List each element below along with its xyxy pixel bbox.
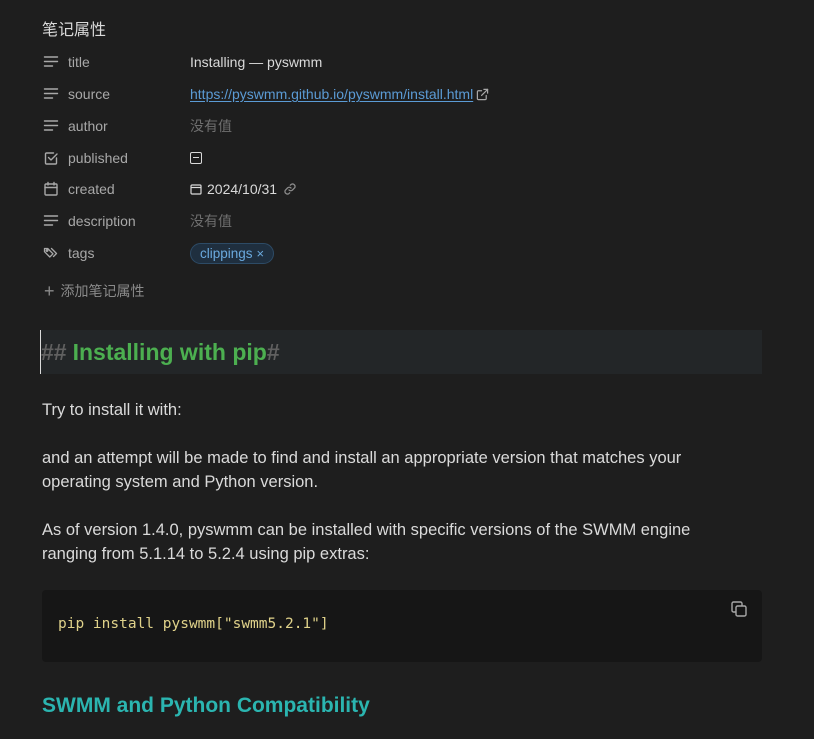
calendar-icon: [42, 180, 60, 198]
code-text: pip install pyswmm["swmm5.2.1"]: [58, 616, 329, 632]
link-icon[interactable]: [283, 182, 297, 196]
property-created[interactable]: created 2024/10/31: [42, 176, 762, 202]
heading-swmm-python-compatibility[interactable]: SWMM and Python Compatibility: [42, 694, 370, 718]
property-value-author[interactable]: 没有值: [190, 116, 232, 136]
property-key[interactable]: tags: [42, 244, 190, 262]
checkbox-icon: [42, 149, 60, 167]
heading-marker: ##: [41, 338, 67, 365]
paragraph-1[interactable]: Try to install it with:: [42, 398, 742, 422]
code-block[interactable]: pip install pyswmm["swmm5.2.1"]: [42, 590, 762, 662]
property-key[interactable]: created: [42, 180, 190, 198]
heading-anchor-marker: #: [266, 338, 280, 365]
property-key[interactable]: description: [42, 212, 190, 230]
code-line: pip install pyswmm["swmm5.2.1"]: [58, 616, 329, 632]
property-key-label: created: [68, 181, 115, 197]
plus-icon: +: [44, 281, 55, 301]
lines-icon: [42, 117, 60, 135]
property-key[interactable]: source: [42, 85, 190, 103]
properties-heading[interactable]: 笔记属性: [42, 16, 106, 40]
add-property-label: 添加笔记属性: [60, 283, 145, 299]
add-property-button[interactable]: + 添加笔记属性: [44, 281, 145, 301]
property-key-label: description: [68, 213, 136, 229]
property-key-label: title: [68, 54, 90, 70]
tag-label: clippings: [200, 245, 253, 261]
property-value-source: https://pyswmm.github.io/pyswmm/install.…: [190, 86, 489, 102]
property-key[interactable]: author: [42, 117, 190, 135]
property-key[interactable]: title: [42, 53, 190, 71]
property-key-label: tags: [68, 245, 95, 261]
note-view: 笔记属性 title Installing — pyswmm source ht…: [0, 0, 814, 739]
external-link-icon[interactable]: [476, 88, 489, 101]
property-author[interactable]: author 没有值: [42, 113, 762, 139]
property-title[interactable]: title Installing — pyswmm: [42, 49, 762, 75]
copy-icon[interactable]: [730, 600, 748, 618]
property-source[interactable]: source https://pyswmm.github.io/pyswmm/i…: [42, 81, 762, 107]
property-published[interactable]: published: [42, 145, 762, 171]
property-value-description[interactable]: 没有值: [190, 211, 232, 231]
property-key[interactable]: published: [42, 149, 190, 167]
property-tags[interactable]: tags clippings ×: [42, 240, 762, 266]
tag-remove-icon[interactable]: ×: [257, 246, 265, 261]
property-key-label: source: [68, 86, 111, 102]
heading-installing-with-pip[interactable]: ## Installing with pip #: [40, 330, 762, 374]
property-value-published: [190, 152, 202, 164]
property-description[interactable]: description 没有值: [42, 208, 762, 234]
lines-icon: [42, 85, 60, 103]
created-date: 2024/10/31: [207, 181, 278, 197]
tag-pill[interactable]: clippings ×: [190, 242, 275, 264]
heading-text: Installing with pip: [72, 338, 267, 365]
property-value-created[interactable]: 2024/10/31: [190, 181, 297, 197]
lines-icon: [42, 53, 60, 71]
paragraph-3[interactable]: As of version 1.4.0, pyswmm can be insta…: [42, 518, 742, 566]
calendar-icon: [190, 184, 202, 195]
published-checkbox[interactable]: [190, 152, 202, 164]
property-key-label: published: [68, 150, 128, 166]
lines-icon: [42, 212, 60, 230]
property-value-title[interactable]: Installing — pyswmm: [190, 54, 322, 70]
tags-icon: [42, 244, 60, 262]
property-key-label: author: [68, 118, 108, 134]
paragraph-2[interactable]: and an attempt will be made to find and …: [42, 446, 742, 494]
source-link[interactable]: https://pyswmm.github.io/pyswmm/install.…: [190, 86, 473, 102]
property-value-tags: clippings ×: [190, 242, 275, 264]
